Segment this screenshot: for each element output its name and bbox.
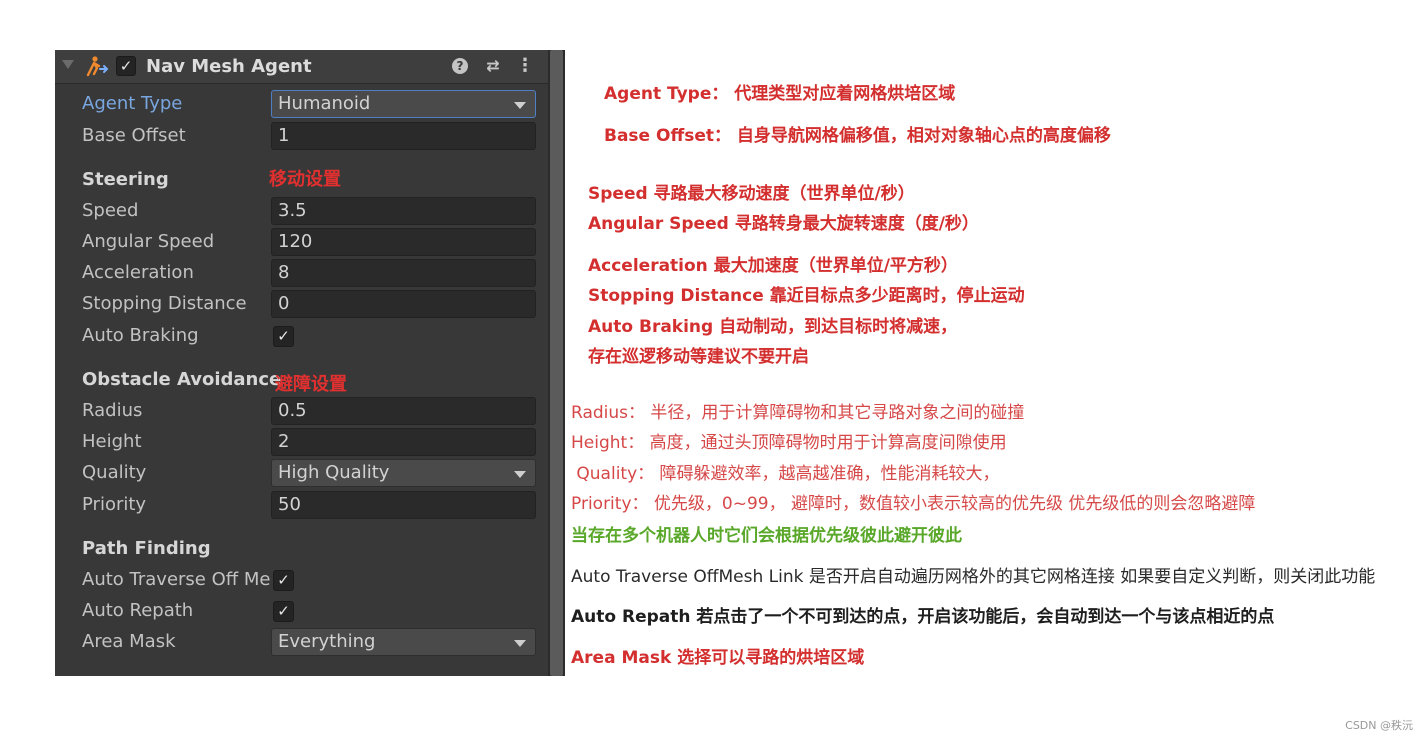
angular-speed-label: Angular Speed bbox=[82, 231, 215, 252]
note-height: Height： 高度，通过头顶障碍物时用于计算高度间隙使用 bbox=[571, 433, 1007, 453]
note-priority: Priority： 优先级，0~99， 避障时，数值较小表示较高的优先级 优先级… bbox=[571, 494, 1256, 514]
note-acceleration: Acceleration 最大加速度（世界单位/平方秒） bbox=[588, 256, 958, 276]
auto-traverse-label: Auto Traverse Off Mesh Link bbox=[82, 569, 270, 590]
note-stopping-distance: Stopping Distance 靠近目标点多少距离时，停止运动 bbox=[588, 286, 1025, 306]
steering-header: Steering bbox=[82, 169, 169, 190]
note-agent-type: Agent Type： 代理类型对应着网格烘培区域 bbox=[604, 84, 956, 104]
component-header[interactable]: ✓ Nav Mesh Agent ? ⇄ ⋮ bbox=[55, 50, 548, 84]
note-angular-speed: Angular Speed 寻路转身最大旋转速度（度/秒） bbox=[588, 214, 979, 234]
note-area-mask: Area Mask 选择可以寻路的烘培区域 bbox=[571, 648, 865, 668]
nav-agent-icon bbox=[86, 56, 109, 77]
component-title: Nav Mesh Agent bbox=[146, 56, 312, 77]
auto-traverse-checkbox[interactable]: ✓ bbox=[273, 570, 294, 591]
watermark: CSDN @秩沅 bbox=[1345, 719, 1413, 732]
chevron-down-icon bbox=[514, 640, 526, 647]
acceleration-field[interactable]: 8 bbox=[271, 259, 536, 287]
area-mask-dropdown[interactable]: Everything bbox=[271, 628, 536, 656]
chevron-down-icon bbox=[514, 471, 526, 478]
area-mask-label: Area Mask bbox=[82, 631, 176, 652]
foldout-arrow-icon[interactable] bbox=[62, 60, 74, 69]
auto-braking-label: Auto Braking bbox=[82, 325, 199, 346]
note-base-offset: Base Offset： 自身导航网格偏移值，相对对象轴心点的高度偏移 bbox=[604, 126, 1111, 146]
chevron-down-icon bbox=[514, 102, 526, 109]
path-finding-header: Path Finding bbox=[82, 538, 211, 559]
note-auto-braking-2: 存在巡逻移动等建议不要开启 bbox=[588, 347, 809, 367]
quality-value: High Quality bbox=[278, 462, 390, 483]
acceleration-label: Acceleration bbox=[82, 262, 194, 283]
scrollbar-thumb[interactable] bbox=[550, 50, 563, 676]
note-quality: Quality： 障碍躲避效率，越高越准确，性能消耗较大， bbox=[571, 464, 1000, 484]
presets-icon[interactable]: ⇄ bbox=[484, 57, 502, 75]
height-label: Height bbox=[82, 431, 142, 452]
base-offset-field[interactable]: 1 bbox=[271, 122, 536, 150]
obstacle-note: 避障设置 bbox=[275, 374, 347, 395]
note-priority-green: 当存在多个机器人时它们会根据优先级彼此避开彼此 bbox=[571, 526, 962, 546]
note-auto-traverse: Auto Traverse OffMesh Link 是否开启自动遍历网格外的其… bbox=[571, 567, 1376, 587]
auto-repath-checkbox[interactable]: ✓ bbox=[273, 601, 294, 622]
agent-type-label: Agent Type bbox=[82, 93, 183, 114]
auto-repath-label: Auto Repath bbox=[82, 600, 194, 621]
height-field[interactable]: 2 bbox=[271, 428, 536, 456]
note-radius: Radius： 半径，用于计算障碍物和其它寻路对象之间的碰撞 bbox=[571, 403, 1025, 423]
note-auto-braking: Auto Braking 自动制动，到达目标时将减速， bbox=[588, 317, 958, 337]
help-icon[interactable]: ? bbox=[452, 58, 468, 74]
base-offset-label: Base Offset bbox=[82, 125, 186, 146]
speed-label: Speed bbox=[82, 200, 139, 221]
nav-mesh-agent-inspector: ✓ Nav Mesh Agent ? ⇄ ⋮ Agent Type Humano… bbox=[55, 50, 548, 676]
obstacle-avoidance-header: Obstacle Avoidance bbox=[82, 369, 282, 390]
agent-type-dropdown[interactable]: Humanoid bbox=[271, 90, 536, 118]
steering-note: 移动设置 bbox=[269, 169, 341, 190]
priority-field[interactable]: 50 bbox=[271, 491, 536, 519]
priority-label: Priority bbox=[82, 494, 147, 515]
note-speed: Speed 寻路最大移动速度（世界单位/秒） bbox=[588, 184, 915, 204]
auto-braking-checkbox[interactable]: ✓ bbox=[273, 326, 294, 347]
quality-label: Quality bbox=[82, 462, 147, 483]
stopping-distance-label: Stopping Distance bbox=[82, 293, 247, 314]
component-enabled-checkbox[interactable]: ✓ bbox=[116, 56, 136, 76]
angular-speed-field[interactable]: 120 bbox=[271, 228, 536, 256]
note-auto-repath: Auto Repath 若点击了一个不可到达的点，开启该功能后，会自动到达一个与… bbox=[571, 607, 1275, 627]
agent-type-value: Humanoid bbox=[278, 93, 371, 114]
radius-field[interactable]: 0.5 bbox=[271, 397, 536, 425]
radius-label: Radius bbox=[82, 400, 143, 421]
stopping-distance-field[interactable]: 0 bbox=[271, 290, 536, 318]
quality-dropdown[interactable]: High Quality bbox=[271, 459, 536, 487]
area-mask-value: Everything bbox=[278, 631, 376, 652]
speed-field[interactable]: 3.5 bbox=[271, 197, 536, 225]
kebab-menu-icon[interactable]: ⋮ bbox=[516, 57, 534, 75]
